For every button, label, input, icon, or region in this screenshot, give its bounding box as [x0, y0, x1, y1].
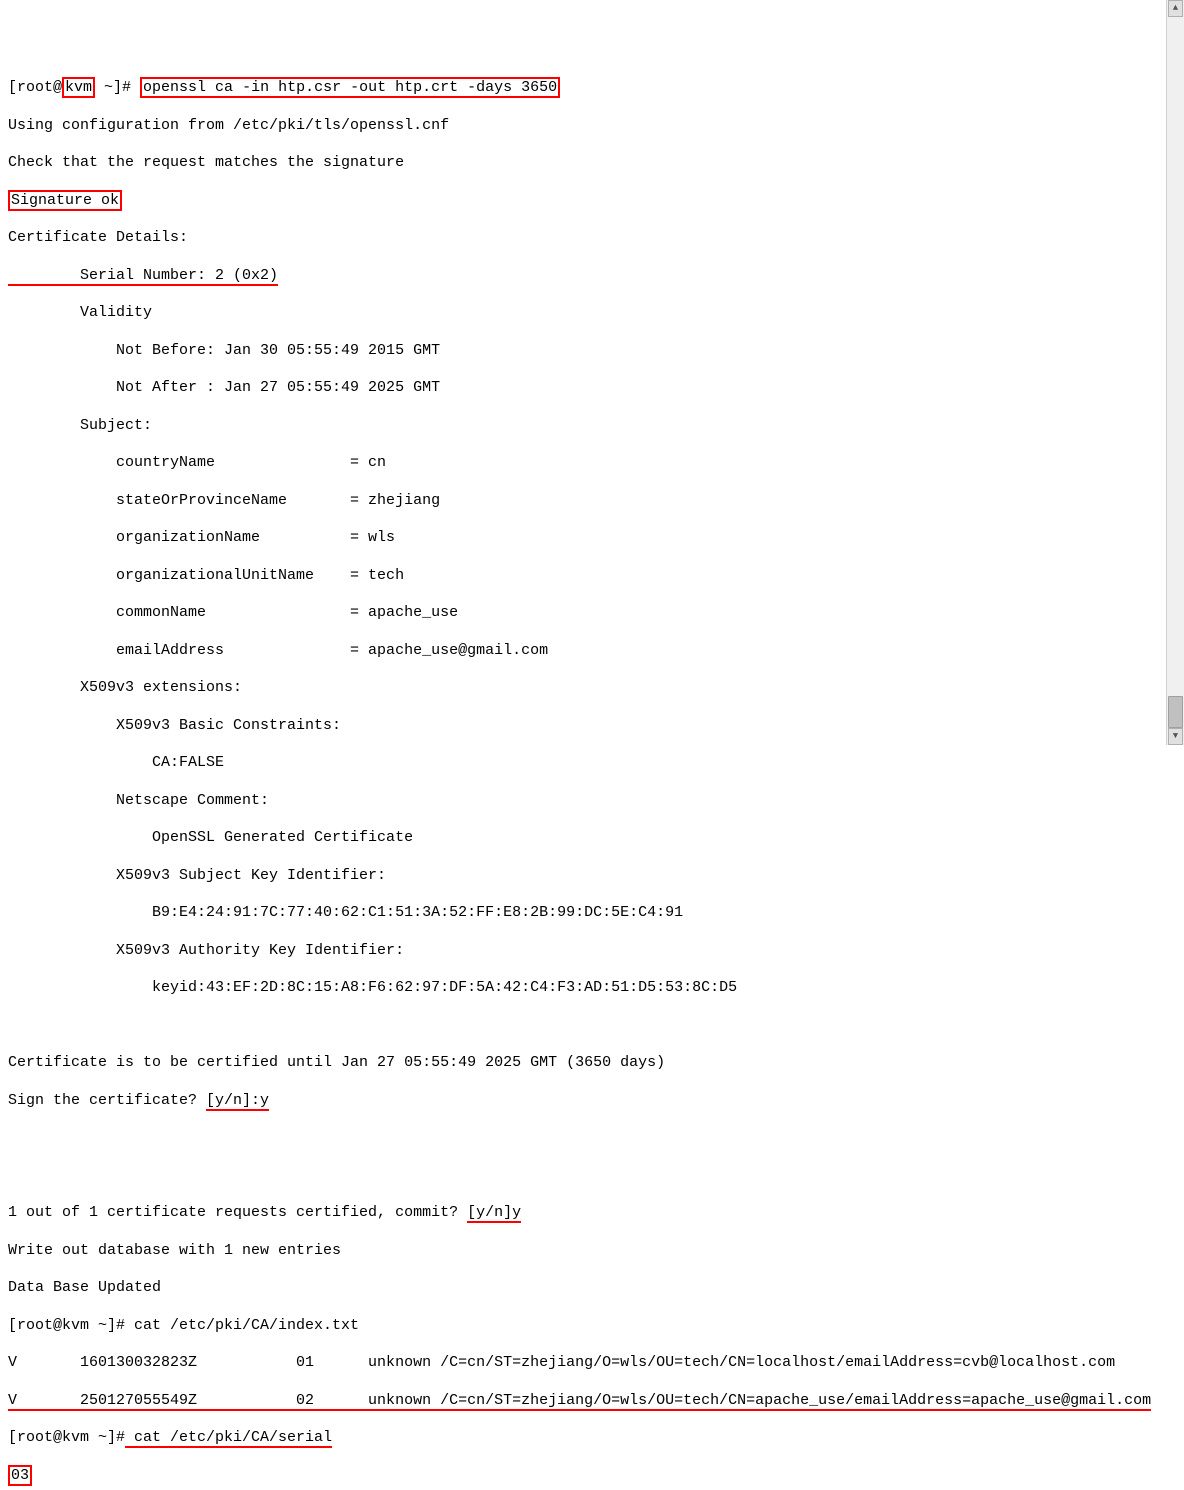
cat-serial-underline: cat /etc/pki/CA/serial [125, 1429, 332, 1448]
terminal-line: emailAddress = apache_use@gmail.com [8, 642, 1176, 661]
serial-value-highlight: 03 [8, 1465, 32, 1486]
terminal-line: organizationalUnitName = tech [8, 567, 1176, 586]
scrollbar-thumb[interactable] [1168, 696, 1183, 728]
terminal-line [8, 1129, 1176, 1148]
terminal-line: 03 [8, 1467, 1176, 1486]
terminal-line: [root@kvm ~]# cat /etc/pki/CA/serial [8, 1429, 1176, 1448]
terminal-line: X509v3 extensions: [8, 679, 1176, 698]
terminal-line: Using configuration from /etc/pki/tls/op… [8, 117, 1176, 136]
terminal-line: organizationName = wls [8, 529, 1176, 548]
terminal-line: Sign the certificate? [y/n]:y [8, 1092, 1176, 1111]
signature-ok-highlight: Signature ok [8, 190, 122, 211]
terminal-line: X509v3 Authority Key Identifier: [8, 942, 1176, 961]
prompt-prefix: [root@kvm ~]# [8, 1429, 125, 1446]
index-row: V 160130032823Z 01 unknown /C=cn/ST=zhej… [8, 1354, 1176, 1373]
sign-answer-underline: [y/n]:y [206, 1092, 269, 1111]
prompt-prefix: [root@ [8, 79, 62, 96]
terminal-line: Data Base Updated [8, 1279, 1176, 1298]
terminal-line: Check that the request matches the signa… [8, 154, 1176, 173]
scroll-down-arrow-icon[interactable]: ▼ [1168, 728, 1183, 745]
terminal-line: Serial Number: 2 (0x2) [8, 267, 1176, 286]
commit-question: 1 out of 1 certificate requests certifie… [8, 1204, 467, 1221]
scroll-up-arrow-icon[interactable]: ▲ [1168, 0, 1183, 17]
terminal-line: Certificate Details: [8, 229, 1176, 248]
terminal-line: Netscape Comment: [8, 792, 1176, 811]
terminal-line: Signature ok [8, 192, 1176, 211]
terminal-line [8, 1167, 1176, 1186]
sign-question: Sign the certificate? [8, 1092, 206, 1109]
prompt-suffix: ~]# [95, 79, 140, 96]
terminal-line: B9:E4:24:91:7C:77:40:62:C1:51:3A:52:FF:E… [8, 904, 1176, 923]
terminal-line: Subject: [8, 417, 1176, 436]
terminal-line: countryName = cn [8, 454, 1176, 473]
terminal-line: [root@kvm ~]# cat /etc/pki/CA/index.txt [8, 1317, 1176, 1336]
command-highlight: openssl ca -in htp.csr -out htp.crt -day… [140, 77, 560, 98]
vertical-scrollbar[interactable]: ▲ ▼ [1166, 0, 1184, 745]
index-row: V 250127055549Z 02 unknown /C=cn/ST=zhej… [8, 1392, 1176, 1411]
index-row-underline: V 250127055549Z 02 unknown /C=cn/ST=zhej… [8, 1392, 1151, 1411]
terminal-line: keyid:43:EF:2D:8C:15:A8:F6:62:97:DF:5A:4… [8, 979, 1176, 998]
commit-answer-underline: [y/n]y [467, 1204, 521, 1223]
terminal-line [8, 1017, 1176, 1036]
terminal-line: CA:FALSE [8, 754, 1176, 773]
terminal-line: Validity [8, 304, 1176, 323]
serial-number-underline: Serial Number: 2 (0x2) [8, 267, 278, 286]
terminal-line: commonName = apache_use [8, 604, 1176, 623]
terminal-line: Write out database with 1 new entries [8, 1242, 1176, 1261]
terminal-line: [root@kvm ~]# openssl ca -in htp.csr -ou… [8, 79, 1176, 98]
terminal-line: Certificate is to be certified until Jan… [8, 1054, 1176, 1073]
terminal-line: X509v3 Basic Constraints: [8, 717, 1176, 736]
hostname-highlight: kvm [62, 77, 95, 98]
terminal-line: OpenSSL Generated Certificate [8, 829, 1176, 848]
terminal-line: 1 out of 1 certificate requests certifie… [8, 1204, 1176, 1223]
terminal-line: X509v3 Subject Key Identifier: [8, 867, 1176, 886]
terminal-line: Not Before: Jan 30 05:55:49 2015 GMT [8, 342, 1176, 361]
terminal-line: Not After : Jan 27 05:55:49 2025 GMT [8, 379, 1176, 398]
terminal-line: stateOrProvinceName = zhejiang [8, 492, 1176, 511]
